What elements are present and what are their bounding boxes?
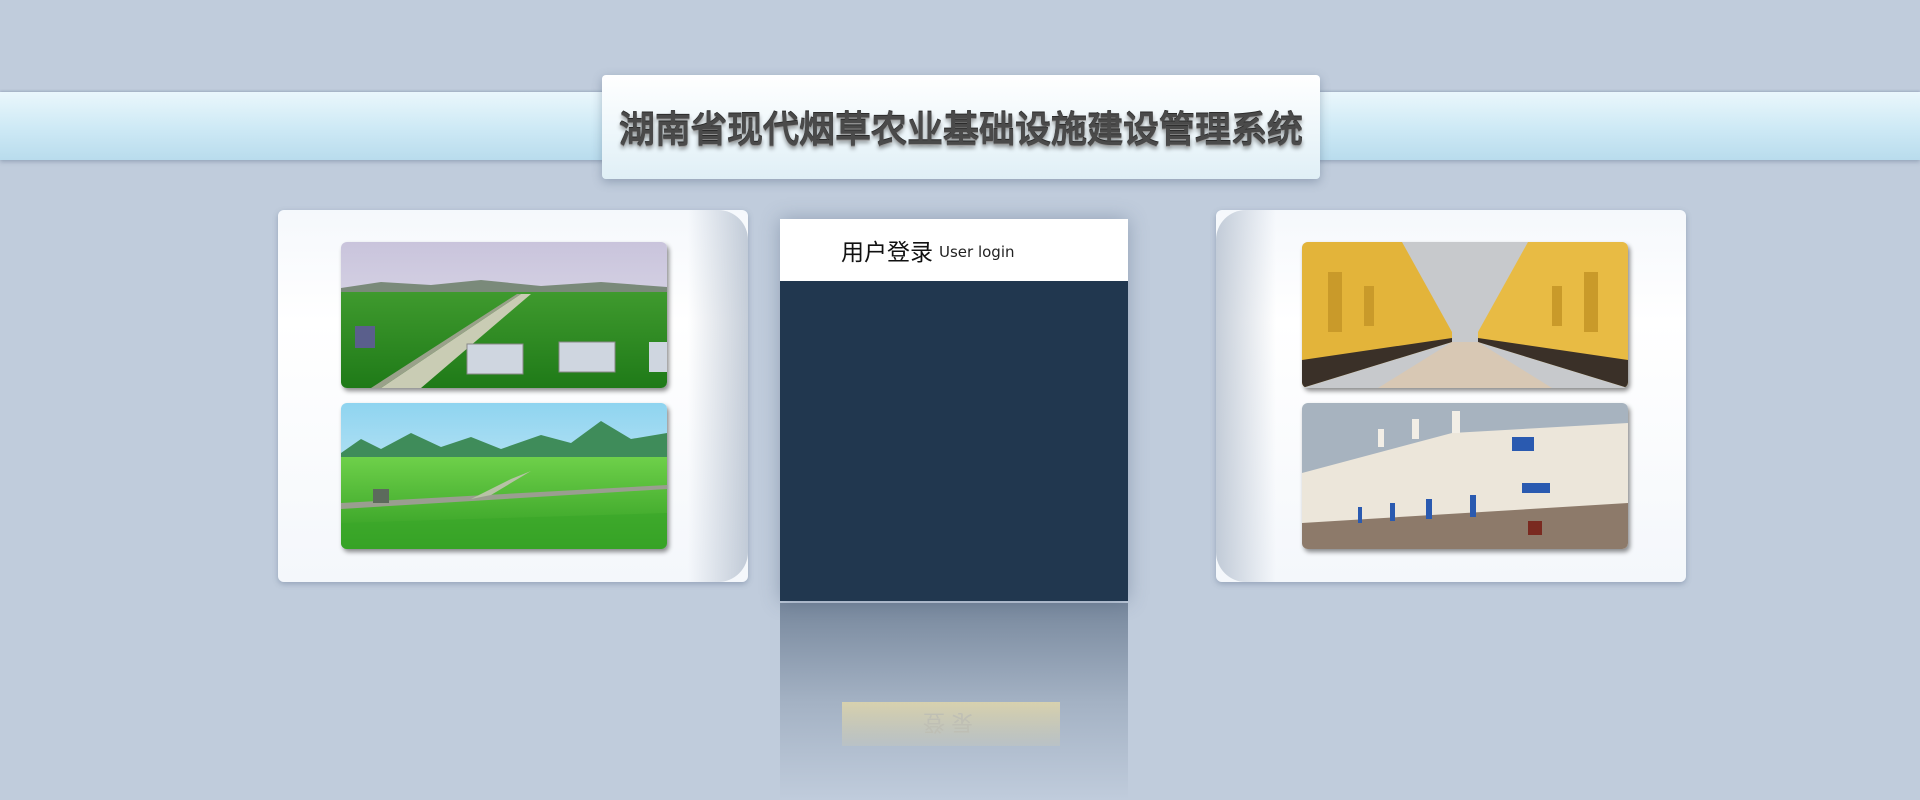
yellow-curing-barns-photo [1302, 242, 1628, 388]
login-button-reflection-label: 登录 [922, 709, 979, 734]
tobacco-field-road-photo [341, 242, 667, 388]
right-image-panel [1216, 210, 1686, 582]
login-form-card: 用户登录 User login [780, 219, 1128, 601]
login-header: 用户登录 User login [780, 219, 1128, 281]
left-image-panel [278, 210, 748, 582]
tobacco-field-mountains-photo [341, 403, 667, 549]
login-title: 用户登录 [841, 240, 933, 266]
system-title: 湖南省现代烟草农业基础设施建设管理系统 [618, 110, 1303, 151]
login-subtitle: User login [939, 243, 1015, 261]
white-curing-barns-photo [1302, 403, 1628, 549]
login-card-reflection: 登录 [780, 603, 1128, 800]
login-button-reflection: 登录 [842, 702, 1060, 746]
title-plate: 湖南省现代烟草农业基础设施建设管理系统 [602, 75, 1320, 179]
login-page: 湖南省现代烟草农业基础设施建设管理系统 用户登录 User login 登录 [0, 0, 1920, 800]
